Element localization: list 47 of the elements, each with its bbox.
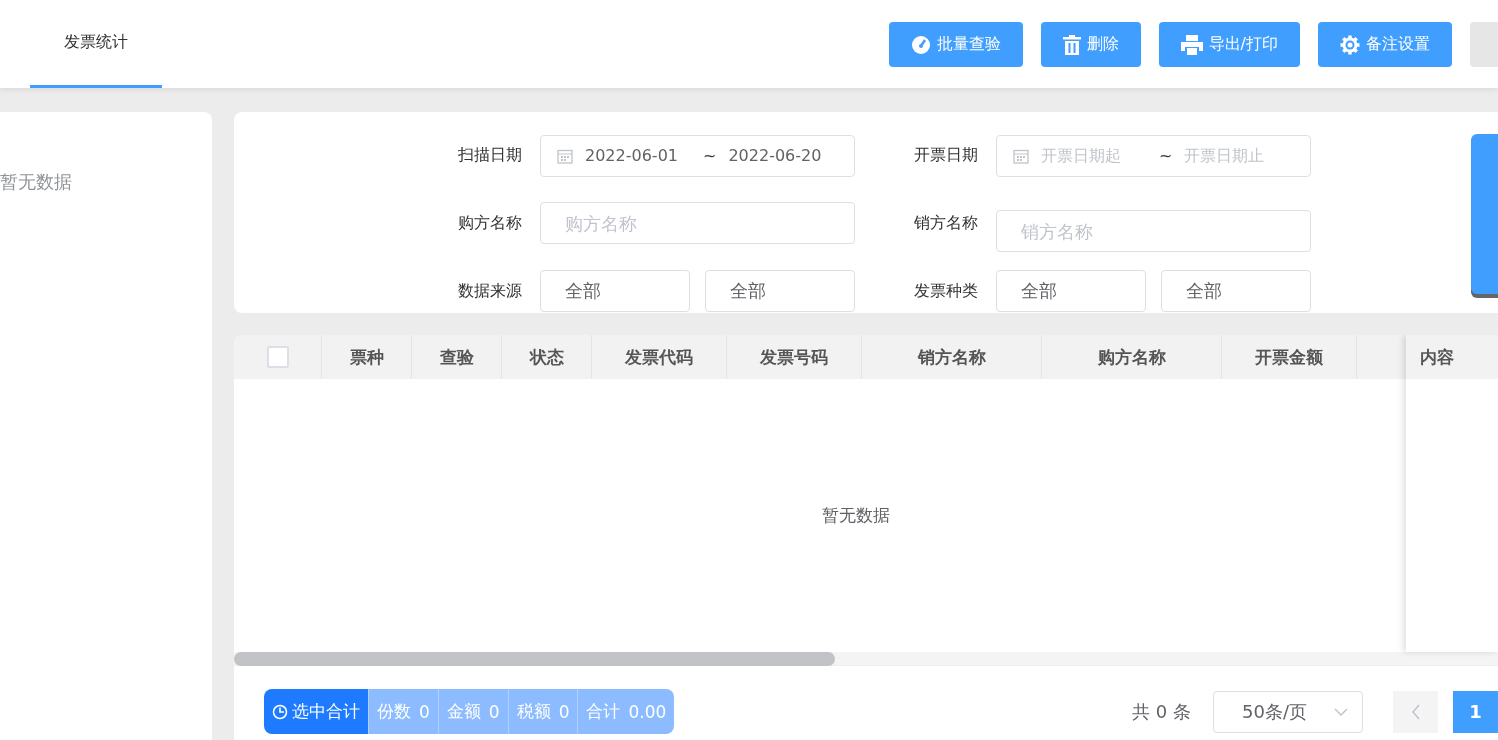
select-field[interactable]: 全部: [996, 270, 1146, 313]
total-count: 共 0 条: [1132, 699, 1191, 724]
column-header: 购方名称: [1042, 335, 1222, 379]
field-label: 开票日期: [914, 145, 978, 167]
calendar-icon: [557, 147, 573, 164]
tab[interactable]: 发票统计: [30, 0, 162, 88]
settings-icon: [1340, 34, 1360, 55]
date-range-field[interactable]: 开票日期起 ~ 开票日期止: [996, 134, 1311, 177]
column-header: 查验: [412, 335, 502, 379]
summary-item: 合计 0.00: [577, 689, 675, 734]
clock-icon: [272, 703, 288, 720]
select-field[interactable]: 全部: [540, 270, 690, 313]
column-header: 开票金额: [1222, 335, 1357, 379]
empty-text: 暂无数据: [0, 171, 72, 192]
select-field[interactable]: 全部: [1161, 270, 1311, 313]
column-header: 发票代码: [592, 335, 727, 379]
column-header: 销方名称: [862, 335, 1042, 379]
page-size-select[interactable]: 50条/页: [1213, 690, 1363, 733]
column-header: 内容: [1420, 345, 1454, 369]
column-header: 发票号码: [727, 335, 862, 379]
empty-text: 暂无数据: [822, 504, 890, 527]
scrollbar-thumb[interactable]: [234, 652, 835, 666]
input-field[interactable]: 购方名称: [540, 202, 855, 245]
input-field[interactable]: 销方名称: [996, 210, 1311, 253]
trash-icon: [1062, 34, 1081, 55]
summary-label: 选中合计: [264, 689, 368, 734]
summary-item: 份数 0: [368, 689, 438, 734]
field-label: 销方名称: [914, 213, 978, 234]
chevron-down-icon: [1334, 707, 1348, 716]
date-range-field[interactable]: 2022-06-01 ~ 2022-06-20: [540, 134, 855, 177]
select-field[interactable]: 全部: [705, 270, 855, 313]
range-separator: ~: [703, 146, 717, 166]
gauge-icon: [910, 34, 931, 55]
printer-icon: [1180, 34, 1203, 55]
column-header: 状态: [502, 335, 592, 379]
field-label: 发票种类: [914, 280, 978, 302]
summary-item: 金额 0: [437, 689, 508, 734]
column-header: 票种: [322, 335, 412, 379]
toolbar-button[interactable]: [1470, 22, 1498, 67]
field-label: 数据来源: [458, 280, 522, 302]
summary-item: 税额 0: [507, 689, 578, 734]
checkbox[interactable]: [266, 346, 289, 368]
range-separator: ~: [1159, 146, 1173, 166]
field-label: 扫描日期: [458, 145, 522, 167]
chevron-left-icon: [1410, 703, 1421, 720]
calendar-icon: [1013, 147, 1029, 164]
field-label: 购方名称: [458, 213, 522, 234]
